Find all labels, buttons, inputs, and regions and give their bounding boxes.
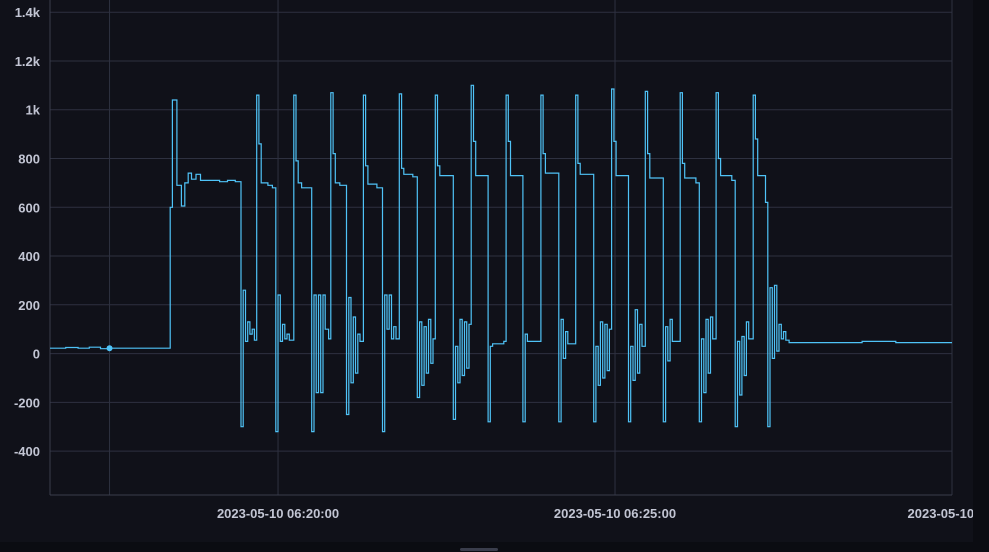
y-tick-label: 0 — [33, 347, 40, 362]
y-tick-label: 1.4k — [15, 5, 41, 20]
y-tick-label: 800 — [18, 151, 40, 166]
right-edge — [973, 0, 989, 552]
y-tick-label: 200 — [18, 298, 40, 313]
axes — [49, 0, 952, 496]
y-tick-label: 1.2k — [15, 54, 41, 69]
plot-area — [50, 84, 952, 433]
series-line — [50, 84, 952, 433]
x-tick-label: 2023-05-10 06:20:00 — [217, 506, 339, 521]
line-chart: -400 -200 0 200 400 600 800 1k 1.2k 1.4k 2023-05-… — [14, 0, 973, 521]
x-axis-labels: 2023-05-10 06:20:00 2023-05-10 06:25:00 20… — [217, 506, 973, 521]
y-tick-label: 400 — [18, 249, 40, 264]
grid-lines — [50, 0, 953, 495]
x-tick-label: 2023-05-10 06:25:00 — [554, 506, 676, 521]
y-axis-labels: -400 -200 0 200 400 600 800 1k 1.2k 1.4k — [14, 5, 41, 459]
y-tick-label: 1k — [26, 103, 41, 118]
x-tick-label: 2023-05-10 06: — [908, 506, 973, 521]
resize-handle[interactable] — [460, 548, 498, 551]
data-point-marker — [106, 345, 113, 352]
y-tick-label: -200 — [14, 395, 40, 410]
chart-panel: -400 -200 0 200 400 600 800 1k 1.2k 1.4k 2023-05-… — [0, 0, 973, 542]
y-tick-label: 600 — [18, 200, 40, 215]
y-tick-label: -400 — [14, 444, 40, 459]
